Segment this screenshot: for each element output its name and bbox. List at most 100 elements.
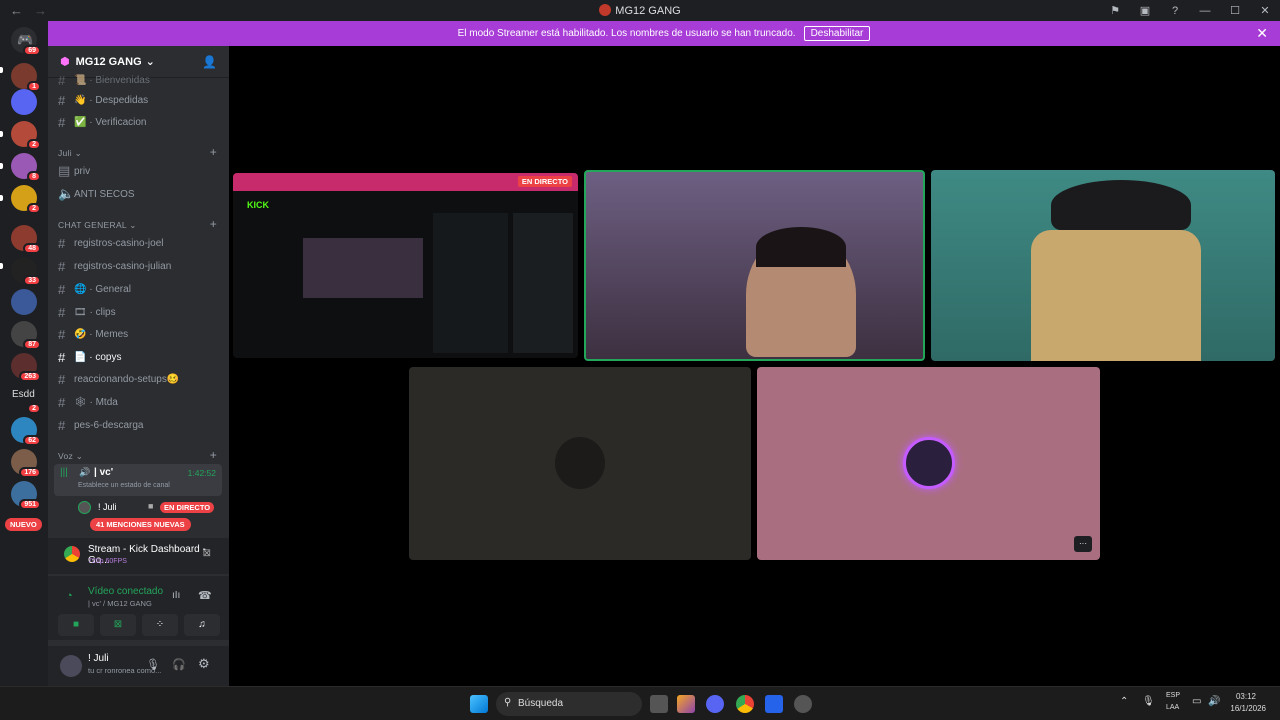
activities-button[interactable]: ⁘ (142, 614, 178, 636)
channel-sidebar: ⬢ MG12 GANG ⌄ 👤 # 📜 · Bienvenidas # 👋 · De… (48, 46, 229, 686)
minimize-button[interactable]: — (1190, 5, 1220, 17)
add-channel-icon[interactable]: + (210, 448, 217, 462)
chrome-icon[interactable] (736, 695, 754, 713)
speaker-icon: 🔈 (58, 186, 75, 201)
video-tile[interactable] (931, 170, 1275, 361)
server-icon[interactable]: 263 (11, 353, 41, 382)
voice-channel-vc[interactable]: ||| 🔊 | vc' 1:42:52 Establece un estado … (54, 464, 222, 496)
noise-suppression-icon[interactable]: ıIı (172, 590, 180, 601)
server-icon[interactable] (11, 289, 37, 315)
task-view-icon[interactable] (650, 695, 668, 713)
server-icon[interactable]: 33 (11, 257, 41, 286)
server-icon[interactable]: 2 (11, 121, 41, 150)
activity-panel[interactable]: Stream - Kick Dashboard - Go... 720p 60F… (48, 538, 229, 574)
channel-priv[interactable]: ▤ priv (58, 162, 221, 180)
server-icon[interactable]: 62 (11, 417, 41, 446)
server-name: MG12 GANG (75, 55, 142, 68)
mentions-badge[interactable]: 41 MENCIONES NUEVAS (90, 518, 191, 531)
disable-streamer-button[interactable]: Deshabilitar (803, 26, 871, 41)
unread-indicator (0, 263, 3, 269)
category-voz[interactable]: Voz ⌄ + (58, 448, 221, 462)
chevron-up-icon[interactable]: ⌃ (1120, 696, 1128, 707)
windows-start-icon[interactable] (470, 695, 488, 713)
add-channel-icon[interactable]: + (210, 145, 217, 159)
category-chat-general[interactable]: CHAT GENERAL ⌄ + (58, 217, 221, 231)
search-icon: ⚲ (504, 697, 512, 708)
server-icon[interactable] (11, 89, 37, 115)
user-panel: ! Juli tu cr ronronea como... 🎙 🎧 ⚙ (48, 646, 229, 686)
new-badge[interactable]: NUEVO (5, 518, 42, 531)
title-bar: ← → MG12 GANG ⚑ ▣ ? — ☐ ✕ (0, 0, 1280, 21)
avatar (903, 437, 955, 489)
server-icon[interactable]: 1 (11, 63, 41, 92)
server-icon[interactable]: 2 (11, 185, 41, 214)
stream-tile[interactable]: EN DIRECTO KICK (233, 173, 578, 358)
discord-icon[interactable] (706, 695, 724, 713)
dm-button[interactable]: 🎮 69 (11, 27, 41, 56)
video-tile-speaking[interactable] (584, 170, 925, 361)
kick-logo: KICK (247, 200, 269, 210)
soundboard-button[interactable]: ♫ (184, 614, 220, 636)
channel-registros-casino-julian[interactable]: # registros-casino-julian (58, 257, 221, 275)
channel-despedidas[interactable]: # 👋 · Despedidas (58, 91, 221, 109)
server-icon[interactable]: Esdd 2 (11, 385, 41, 414)
avatar[interactable] (60, 655, 82, 677)
maximize-button[interactable]: ☐ (1220, 4, 1250, 17)
text-channel-icon: ▤ (58, 163, 71, 178)
add-channel-icon[interactable]: + (210, 217, 217, 231)
avatar (78, 501, 91, 514)
channel-anti-secos[interactable]: 🔈 ANTI SECOS (58, 185, 221, 203)
steam-icon[interactable] (794, 695, 812, 713)
channel-verificacion[interactable]: # ✅ · Verificacion (58, 113, 221, 131)
flag-icon[interactable]: ⚑ (1100, 4, 1130, 17)
server-icon[interactable]: 8 (11, 153, 41, 182)
server-icon[interactable]: 951 (11, 481, 41, 510)
category-juli[interactable]: Juli ⌄ + (58, 145, 221, 159)
app-icon[interactable] (765, 695, 783, 713)
channel-copys[interactable]: # 📄 · copys (58, 348, 221, 366)
video-stage: EN DIRECTO KICK ··· (229, 46, 1280, 686)
avatar-tile[interactable]: ··· (757, 367, 1100, 560)
channel-pes-6-descarga[interactable]: # pes-6-descarga (58, 416, 221, 434)
clock-date[interactable]: 16/1/2026 (1230, 704, 1266, 713)
server-icon[interactable]: 87 (11, 321, 41, 350)
server-icon[interactable]: 48 (11, 225, 41, 254)
signal-icon: ◔ (66, 590, 73, 602)
microphone-icon[interactable]: 🎙 (1142, 696, 1155, 707)
channel-registros-casino-joel[interactable]: # registros-casino-joel (58, 234, 221, 252)
server-label: Esdd (12, 389, 35, 400)
add-member-icon[interactable]: 👤 (202, 55, 217, 69)
camera-icon: ■ (148, 501, 154, 511)
video-tile[interactable] (409, 367, 751, 560)
network-icon[interactable]: ▭ (1192, 696, 1201, 707)
voice-user[interactable]: ! Juli ■ EN DIRECTO (78, 500, 223, 516)
copilot-icon[interactable] (677, 695, 695, 713)
inbox-icon[interactable]: ▣ (1130, 4, 1160, 17)
channel-general[interactable]: # 🌐 · General (58, 280, 221, 298)
taskbar: ⚲ Búsqueda ⌃ 🎙 ESP LAA ▭ 🔊 03:12 16/1/20… (0, 686, 1280, 720)
channel-bienvenidas[interactable]: # 📜 · Bienvenidas (58, 71, 221, 89)
channel-mtda[interactable]: # 🕸 · Mtda (58, 393, 221, 411)
channel-status[interactable]: Establece un estado de canal (78, 482, 170, 489)
headphones-icon[interactable]: 🎧 (172, 658, 186, 671)
disconnect-icon[interactable]: ☎ (198, 589, 212, 602)
microphone-icon[interactable]: 🎙 (146, 658, 160, 671)
clock-time[interactable]: 03:12 (1236, 692, 1256, 701)
search-box[interactable]: ⚲ Búsqueda (496, 692, 642, 716)
server-icon[interactable]: 176 (11, 449, 41, 478)
camera-button[interactable]: ■ (58, 614, 94, 636)
boost-icon: ⬢ (60, 56, 70, 68)
more-options-button[interactable]: ··· (1074, 536, 1092, 552)
close-button[interactable]: ✕ (1250, 4, 1280, 17)
channel-clips[interactable]: # 🎞 · clips (58, 303, 221, 321)
settings-gear-icon[interactable]: ⚙ (198, 656, 210, 672)
stop-stream-icon[interactable]: ⊠ (203, 548, 211, 559)
screen-share-button[interactable]: ⊠ (100, 614, 136, 636)
live-badge: EN DIRECTO (517, 176, 572, 187)
channel-memes[interactable]: # 🤣 · Memes (58, 325, 221, 343)
help-icon[interactable]: ? (1160, 5, 1190, 17)
volume-icon[interactable]: 🔊 (1208, 696, 1220, 707)
close-icon[interactable]: ✕ (1256, 25, 1268, 42)
connection-panel: ◔ Vídeo conectado | vc' / MG12 GANG ıIı … (48, 576, 229, 640)
channel-reaccionando-setups[interactable]: # reaccionando-setups 🥴 (58, 370, 221, 388)
